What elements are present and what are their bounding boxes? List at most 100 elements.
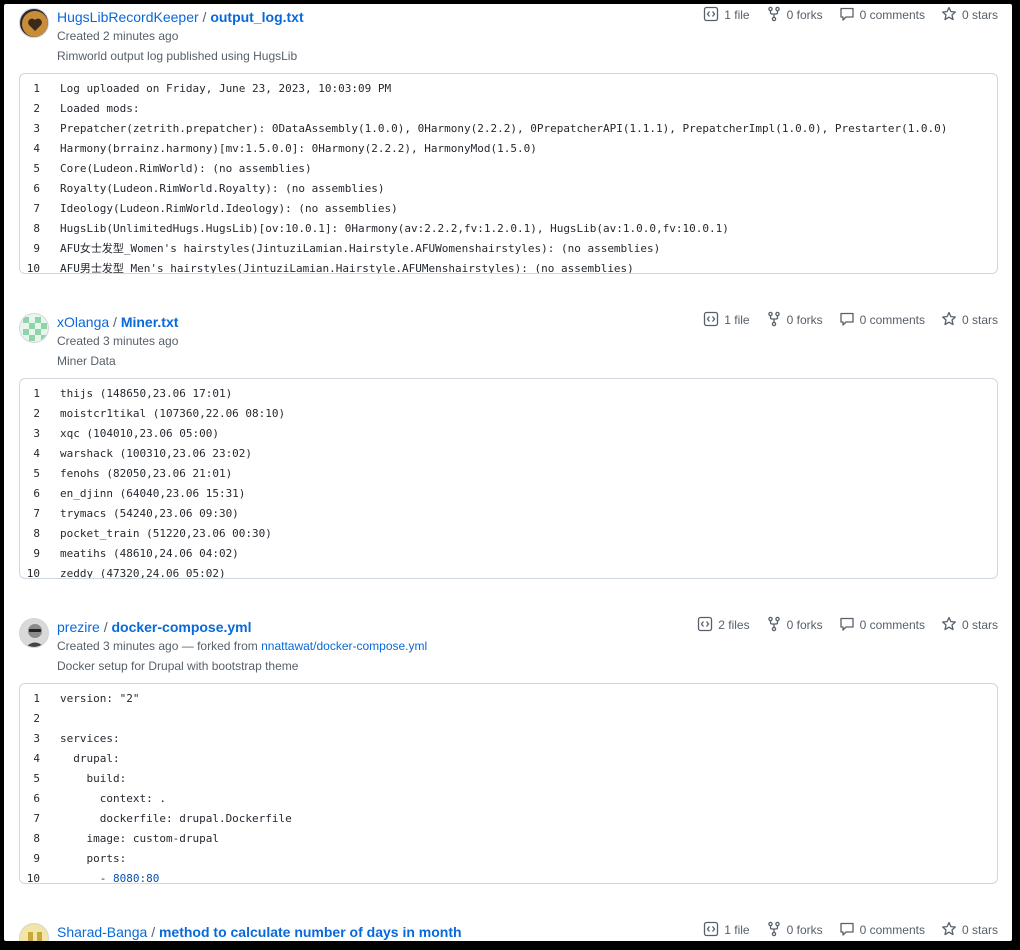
code-line: Log uploaded on Friday, June 23, 2023, 1… bbox=[20, 78, 997, 98]
code-line: thijs (148650,23.06 17:01) bbox=[20, 383, 997, 403]
gist-description: Rimworld output log published using Hugs… bbox=[57, 49, 298, 63]
star-icon bbox=[941, 6, 962, 25]
owner-link[interactable]: prezire bbox=[57, 619, 100, 635]
owner-link[interactable]: HugsLibRecordKeeper bbox=[57, 9, 199, 25]
comments-count-link[interactable]: 0 comments bbox=[839, 6, 925, 25]
line-content: build: bbox=[60, 771, 127, 785]
owner-link[interactable]: xOlanga bbox=[57, 314, 109, 330]
code-line: services: bbox=[20, 728, 997, 748]
gist-title: xOlanga / Miner.txt bbox=[57, 312, 178, 332]
code-line: ports: bbox=[20, 848, 997, 868]
line-number bbox=[20, 222, 60, 235]
forks-count-link[interactable]: 0 forks bbox=[766, 921, 823, 940]
gist-title: HugsLibRecordKeeper / output_log.txt bbox=[57, 7, 304, 27]
code-line: image: custom-drupal bbox=[20, 828, 997, 848]
stars-count-link[interactable]: 0 stars bbox=[941, 311, 998, 330]
code-preview[interactable]: Log uploaded on Friday, June 23, 2023, 1… bbox=[19, 73, 998, 274]
line-number bbox=[20, 242, 60, 255]
owner-link[interactable]: Sharad-Banga bbox=[57, 924, 147, 940]
gist-stats: 1 file 0 forks 0 comments 0 stars bbox=[687, 4, 998, 26]
avatar[interactable] bbox=[19, 313, 49, 343]
comments-count-link[interactable]: 0 comments bbox=[839, 311, 925, 330]
gist-file-link[interactable]: docker-compose.yml bbox=[111, 619, 251, 635]
line-content: image: custom-drupal bbox=[60, 831, 219, 845]
line-number bbox=[20, 102, 60, 115]
created-time: Created 3 minutes ago bbox=[57, 333, 178, 349]
comments-count: 0 comments bbox=[859, 618, 925, 632]
line-content: dockerfile: drupal.Dockerfile bbox=[60, 811, 292, 825]
gist-stats: 1 file 0 forks 0 comments 0 stars bbox=[687, 309, 998, 331]
gist-file-link[interactable]: output_log.txt bbox=[210, 9, 303, 25]
forks-count: 0 forks bbox=[786, 923, 823, 937]
stars-count-link[interactable]: 0 stars bbox=[941, 616, 998, 635]
code-preview[interactable]: version: "2" services: drupal: build: co… bbox=[19, 683, 998, 884]
created-time: Created 2 minutes ago bbox=[57, 28, 178, 44]
line-number bbox=[20, 447, 60, 460]
line-content: meatihs (48610,24.06 04:02) bbox=[60, 546, 239, 560]
files-count-link[interactable]: 1 file bbox=[703, 6, 750, 25]
created-time: Created 3 minutes ago — forked from nnat… bbox=[57, 638, 427, 654]
avatar[interactable] bbox=[19, 618, 49, 648]
stars-count: 0 stars bbox=[961, 8, 998, 22]
title-separator: / bbox=[113, 314, 121, 330]
code-line: en_djinn (64040,23.06 15:31) bbox=[20, 483, 997, 503]
comments-count: 0 comments bbox=[859, 8, 925, 22]
files-count-link[interactable]: 1 file bbox=[703, 311, 750, 330]
comments-count-link[interactable]: 0 comments bbox=[839, 921, 925, 940]
code-line: Core(Ludeon.RimWorld): (no assemblies) bbox=[20, 158, 997, 178]
comments-count-link[interactable]: 0 comments bbox=[839, 616, 925, 635]
forks-count-link[interactable]: 0 forks bbox=[766, 616, 823, 635]
files-count-link[interactable]: 2 files bbox=[697, 616, 750, 635]
code-line: Loaded mods: bbox=[20, 98, 997, 118]
created-text: Created 2 minutes ago bbox=[57, 29, 179, 43]
line-number bbox=[20, 692, 60, 705]
comment-icon bbox=[839, 616, 860, 635]
line-number bbox=[20, 547, 60, 560]
line-number bbox=[20, 772, 60, 785]
code-line: xqc (104010,23.06 05:00) bbox=[20, 423, 997, 443]
code-line: warshack (100310,23.06 23:02) bbox=[20, 443, 997, 463]
line-number bbox=[20, 792, 60, 805]
avatar[interactable] bbox=[19, 8, 49, 38]
stars-count: 0 stars bbox=[961, 618, 998, 632]
line-content: Log uploaded on Friday, June 23, 2023, 1… bbox=[60, 81, 392, 95]
gist-description: Docker setup for Drupal with bootstrap t… bbox=[57, 659, 299, 673]
star-icon bbox=[941, 311, 962, 330]
files-count-link[interactable]: 1 file bbox=[703, 921, 750, 940]
code-line bbox=[20, 708, 997, 728]
number-literal: 8080:80 bbox=[112, 871, 160, 884]
line-number bbox=[20, 82, 60, 95]
gist-header: HugsLibRecordKeeper / output_log.txt Cre… bbox=[4, 4, 1012, 64]
gist-header: xOlanga / Miner.txt Created 3 minutes ag… bbox=[4, 309, 1012, 369]
forks-count-link[interactable]: 0 forks bbox=[766, 311, 823, 330]
code-square-icon bbox=[703, 921, 724, 940]
stars-count: 0 stars bbox=[961, 313, 998, 327]
code-line: moistcr1tikal (107360,22.06 08:10) bbox=[20, 403, 997, 423]
line-content: Royalty(Ludeon.RimWorld.Royalty): (no as… bbox=[60, 181, 385, 195]
forks-count-link[interactable]: 0 forks bbox=[766, 6, 823, 25]
avatar[interactable] bbox=[19, 923, 49, 941]
code-preview[interactable]: thijs (148650,23.06 17:01) moistcr1tikal… bbox=[19, 378, 998, 579]
gist-file-link[interactable]: Miner.txt bbox=[121, 314, 179, 330]
code-line: fenohs (82050,23.06 21:01) bbox=[20, 463, 997, 483]
gist-file-link[interactable]: method to calculate number of days in mo… bbox=[159, 924, 462, 940]
stars-count-link[interactable]: 0 stars bbox=[941, 921, 998, 940]
code-line: AFU男士发型_Men's hairstyles(JintuziLamian.H… bbox=[20, 258, 997, 274]
line-number bbox=[20, 507, 60, 520]
line-number bbox=[20, 202, 60, 215]
forks-count: 0 forks bbox=[786, 313, 823, 327]
forked-from-link[interactable]: nnattawat/docker-compose.yml bbox=[261, 639, 427, 653]
code-line: zeddy (47320,24.06 05:02) bbox=[20, 563, 997, 579]
code-line: dockerfile: drupal.Dockerfile bbox=[20, 808, 997, 828]
line-number bbox=[20, 852, 60, 865]
line-number bbox=[20, 527, 60, 540]
code-line: Royalty(Ludeon.RimWorld.Royalty): (no as… bbox=[20, 178, 997, 198]
stars-count-link[interactable]: 0 stars bbox=[941, 6, 998, 25]
comment-icon bbox=[839, 311, 860, 330]
line-content: AFU男士发型_Men's hairstyles(JintuziLamian.H… bbox=[60, 262, 634, 274]
gist-item: HugsLibRecordKeeper / output_log.txt Cre… bbox=[4, 4, 1012, 274]
line-content: services: bbox=[60, 731, 120, 745]
code-line: - 8080:80 bbox=[20, 868, 997, 884]
code-line: version: "2" bbox=[20, 688, 997, 708]
line-content: AFU女士发型_Women's hairstyles(JintuziLamian… bbox=[60, 242, 661, 255]
